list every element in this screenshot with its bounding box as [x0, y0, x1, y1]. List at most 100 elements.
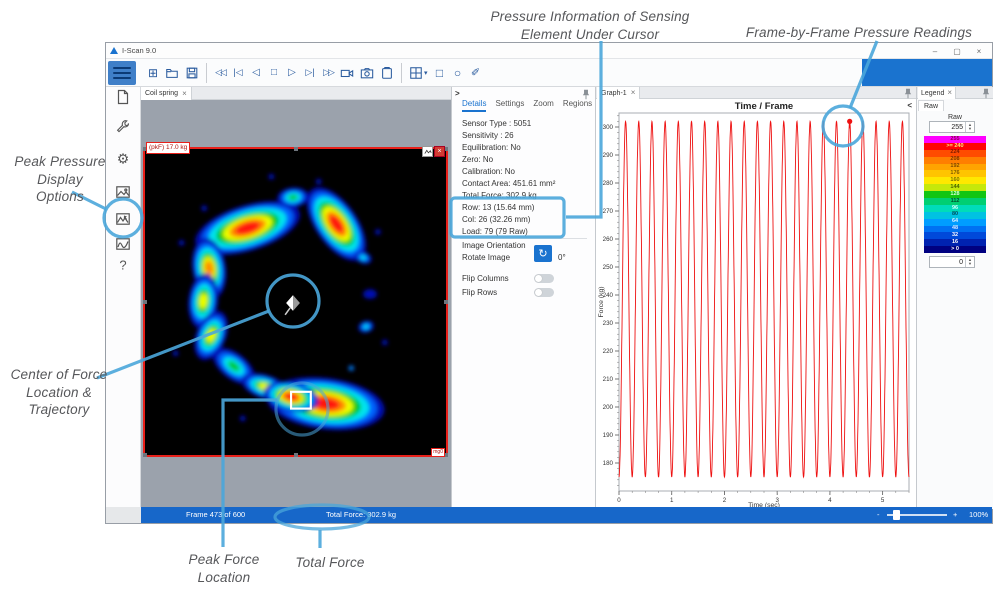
zoom-out-button[interactable]: - — [877, 507, 880, 523]
details-line: Equilibration: No — [462, 142, 555, 154]
legend-tabstrip: Legend × — [917, 87, 993, 99]
grid-view-icon[interactable]: ▾ — [407, 63, 430, 83]
y-tick-label: 220 — [603, 348, 614, 355]
step-back-icon[interactable]: ◁ — [248, 63, 264, 83]
rewind-icon[interactable]: ◁◁ — [212, 63, 228, 83]
map-graph-icon[interactable] — [422, 146, 433, 157]
map-selection-handle[interactable] — [143, 300, 147, 304]
open-file-icon[interactable] — [163, 63, 181, 83]
time-frame-chart[interactable]: Time / Frame1801902002102202302402502602… — [596, 99, 916, 509]
minimize-icon[interactable]: – — [924, 43, 946, 59]
flip-rows-toggle[interactable] — [534, 288, 554, 297]
annotation-frame-readings: Frame-by-Frame Pressure Readings — [725, 24, 993, 42]
flip-columns-label: Flip Columns — [462, 274, 509, 283]
tab-graph-1[interactable]: Graph-1 × — [597, 87, 640, 99]
maximize-icon[interactable]: ▢ — [946, 43, 968, 59]
plot-area — [619, 113, 909, 491]
close-icon[interactable]: × — [947, 89, 952, 97]
map-widgets: × — [422, 146, 445, 157]
details-tabs: Details Settings Zoom Regions — [462, 99, 592, 112]
rotate-image-button[interactable]: ↻ — [534, 245, 552, 262]
annotation-total-force: Total Force — [283, 554, 377, 572]
tab-legend-label: Legend — [921, 90, 944, 97]
zoom-percent: 100% — [969, 507, 988, 523]
save-file-icon[interactable] — [183, 63, 201, 83]
tab-settings[interactable]: Settings — [495, 99, 524, 112]
details-expander-icon[interactable]: > — [455, 89, 460, 98]
add-window-icon[interactable]: ⊞ — [145, 63, 161, 83]
line-tool-icon[interactable]: ✐ — [468, 63, 484, 83]
sidebar-item-peak-pressure[interactable] — [115, 211, 131, 227]
tab-coil-spring[interactable]: Coil spring × — [141, 87, 192, 100]
zoom-in-button[interactable]: + — [953, 507, 957, 523]
map-selection-handle[interactable] — [444, 300, 448, 304]
stop-icon[interactable]: □ — [266, 63, 282, 83]
y-tick-label: 180 — [603, 460, 614, 467]
close-window-icon[interactable]: × — [968, 43, 990, 59]
map-selection-handle[interactable] — [294, 147, 298, 151]
menu-hamburger-icon[interactable] — [108, 61, 136, 85]
legend-row: 128 — [924, 191, 986, 198]
close-icon[interactable]: × — [631, 89, 636, 97]
tab-details[interactable]: Details — [462, 99, 486, 112]
ellipse-tool-icon[interactable]: ○ — [450, 63, 466, 83]
skip-to-end-icon[interactable]: ▷| — [302, 63, 318, 83]
map-close-icon[interactable]: × — [434, 146, 445, 157]
zoom-slider-thumb[interactable] — [893, 510, 900, 520]
details-info-list: Sensor Type : 5051Sensitivity : 26Equili… — [462, 118, 555, 238]
pin-icon[interactable] — [982, 88, 990, 101]
snapshot-icon[interactable] — [358, 63, 376, 83]
titlebar: I-Scan 9.0 – ▢ × — [106, 43, 992, 59]
sidebar-item-gear[interactable]: ⚙ — [117, 151, 130, 168]
peak-pressure-label: (pkF) 17.0 kg — [146, 142, 190, 154]
map-corner-badge: mg0 — [431, 448, 445, 457]
y-tick-label: 190 — [603, 432, 614, 439]
pressure-map-image — [145, 149, 446, 455]
sidebar-item-file[interactable] — [115, 89, 131, 105]
y-tick-label: 250 — [603, 264, 614, 271]
close-icon[interactable]: × — [182, 90, 187, 98]
sidebar-item-image[interactable] — [115, 184, 131, 200]
rectangle-tool-icon[interactable]: □ — [432, 63, 448, 83]
record-movie-icon[interactable] — [338, 63, 356, 83]
window-title: I-Scan 9.0 — [122, 46, 156, 55]
tab-regions[interactable]: Regions — [563, 99, 592, 112]
details-line: Zero: No — [462, 154, 555, 166]
skip-to-start-icon[interactable]: |◁ — [230, 63, 246, 83]
y-tick-label: 210 — [603, 376, 614, 383]
rotate-value: 0° — [558, 253, 566, 262]
graph-collapse-icon[interactable]: < — [907, 101, 912, 110]
pressure-map-view[interactable]: (pkF) 17.0 kg × mg0 — [143, 147, 448, 457]
app-logo-icon — [110, 47, 118, 54]
spinner-arrows-icon[interactable]: ▲▼ — [965, 122, 974, 132]
flip-columns-toggle[interactable] — [534, 274, 554, 283]
annotation-center-of-force: Center of Force Location & Trajectory — [10, 366, 108, 419]
y-tick-label: 290 — [603, 152, 614, 159]
details-panel: > Details Settings Zoom Regions Sensor Type… — [451, 87, 596, 509]
x-tick-label: 2 — [723, 497, 727, 504]
spinner-arrows-icon[interactable]: ▲▼ — [965, 257, 974, 267]
pressure-map-panel: Coil spring × (pkF) 17.0 kg × mg0 — [141, 87, 451, 509]
tab-zoom[interactable]: Zoom — [533, 99, 553, 112]
map-selection-handle[interactable] — [294, 453, 298, 457]
sidebar: ⚙? — [106, 87, 141, 509]
sidebar-item-graph[interactable] — [115, 236, 131, 252]
play-icon[interactable]: ▷ — [284, 63, 300, 83]
legend-subtab-raw[interactable]: Raw — [918, 100, 944, 111]
toolbar-group: ⊞ — [140, 63, 206, 83]
fast-forward-icon[interactable]: ▷▷ — [320, 63, 336, 83]
map-selection-handle[interactable] — [143, 453, 147, 457]
sidebar-item-wrench[interactable] — [115, 119, 131, 135]
annotation-pressure-info: Pressure Information of Sensing Element … — [455, 8, 725, 43]
legend-row: > 0 — [924, 246, 986, 253]
window-controls: – ▢ × — [924, 43, 990, 59]
sidebar-item-help[interactable]: ? — [119, 258, 126, 273]
tab-legend[interactable]: Legend × — [918, 87, 956, 99]
copy-window-icon[interactable] — [378, 63, 396, 83]
legend-max-spinner[interactable]: 255 ▲▼ — [929, 121, 975, 133]
legend-row: 112 — [924, 198, 986, 205]
legend-min-spinner[interactable]: 0 ▲▼ — [929, 256, 975, 268]
x-tick-label: 5 — [881, 497, 885, 504]
details-line: Sensitivity : 26 — [462, 130, 555, 142]
document-tabstrip: Coil spring × — [141, 87, 451, 100]
